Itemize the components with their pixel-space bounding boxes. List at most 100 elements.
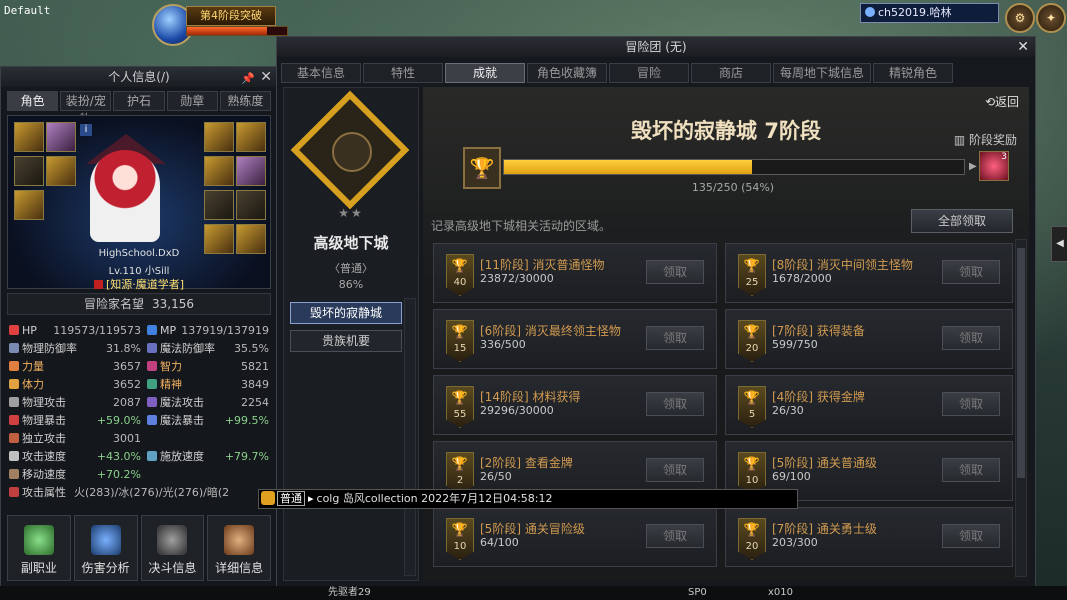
info-icon[interactable]: i bbox=[80, 124, 92, 136]
trophy-icon: 🏆 bbox=[743, 391, 761, 406]
equip-slot[interactable] bbox=[236, 122, 266, 152]
profile-label: Default bbox=[4, 4, 51, 17]
stat-label: 施放速度 bbox=[160, 450, 204, 463]
stage-reward-link[interactable]: ▥ 阶段奖励 bbox=[954, 131, 1017, 148]
detail-info-button[interactable]: 详细信息 bbox=[207, 515, 271, 581]
subclass-button[interactable]: 副职业 bbox=[7, 515, 71, 581]
equip-slot[interactable] bbox=[14, 190, 44, 220]
bottom-status-strip: 先驱者29 SP0 x010 bbox=[0, 586, 1067, 600]
tab-adventure-5[interactable]: 商店 bbox=[691, 63, 771, 83]
equip-slot[interactable] bbox=[14, 156, 44, 186]
duel-info-button[interactable]: 决斗信息 bbox=[140, 515, 205, 581]
close-icon[interactable]: ✕ bbox=[1017, 37, 1029, 57]
tab-adventure-2[interactable]: 成就 bbox=[445, 63, 525, 83]
stat-label: 物理攻击 bbox=[22, 396, 66, 409]
sidebar-scrollbar[interactable] bbox=[404, 298, 416, 576]
claim-button[interactable]: 领取 bbox=[646, 458, 704, 482]
stat-row: 攻击速度 +43.0% bbox=[7, 447, 143, 465]
stat-row bbox=[145, 429, 271, 447]
trophy-icon: 🏆 bbox=[743, 325, 761, 340]
scrollbar-thumb[interactable] bbox=[1017, 248, 1025, 478]
character-portrait-icon bbox=[224, 525, 255, 555]
task-name: [7阶段] 通关勇士级 bbox=[772, 522, 877, 536]
claim-button[interactable]: 领取 bbox=[942, 392, 1000, 416]
task-scrollbar[interactable] bbox=[1015, 239, 1027, 577]
character-equipment-view: i HighSchool.DxD Lv.110 小Sill [知源·魔道学者] bbox=[7, 115, 271, 292]
tab-proficiency[interactable]: 熟练度 bbox=[219, 91, 272, 111]
tab-adventure-0[interactable]: 基本信息 bbox=[281, 63, 361, 83]
trophy-badge: 🏆 55 bbox=[446, 386, 474, 428]
claim-all-button[interactable]: 全部领取 bbox=[911, 209, 1013, 233]
stat-label: 魔法攻击 bbox=[160, 396, 204, 409]
arrow-right-icon: ▶ bbox=[969, 161, 977, 172]
fame-row: 冒险家名望 33,156 bbox=[7, 293, 271, 315]
close-icon[interactable]: ✕ bbox=[260, 67, 272, 87]
tab-adventure-4[interactable]: 冒险 bbox=[609, 63, 689, 83]
equip-slot[interactable] bbox=[14, 122, 44, 152]
character-sprite bbox=[90, 150, 160, 242]
tab-character[interactable]: 角色 bbox=[7, 91, 59, 111]
damage-analysis-button[interactable]: 伤害分析 bbox=[73, 515, 138, 581]
mana-icon bbox=[147, 325, 157, 335]
chat-channel[interactable]: 普通 bbox=[277, 491, 305, 506]
gear-icon: ⚙ bbox=[1014, 11, 1026, 25]
pin-icon[interactable]: 📌 bbox=[241, 69, 255, 89]
trophy-icon: 🏆 bbox=[743, 523, 761, 538]
tab-adventure-6[interactable]: 每周地下城信息 bbox=[773, 63, 871, 83]
stat-row: 独立攻击 3001 bbox=[7, 429, 143, 447]
stat-row: 移动速度 +70.2% bbox=[7, 465, 143, 483]
adventure-titlebar[interactable]: 冒险团 (无) ✕ bbox=[277, 37, 1035, 57]
tab-adventure-3[interactable]: 角色收藏簿 bbox=[527, 63, 607, 83]
claim-button[interactable]: 领取 bbox=[646, 524, 704, 548]
stat-value: 137919/137919 bbox=[181, 323, 269, 337]
trophy-badge: 🏆 20 bbox=[738, 320, 766, 362]
character-panel-titlebar[interactable]: 个人信息(/) 📌 ✕ bbox=[1, 67, 277, 87]
strength-icon bbox=[9, 361, 19, 371]
reward-gem-icon[interactable]: 3 bbox=[979, 151, 1009, 181]
trophy-icon: 🏆 bbox=[451, 325, 469, 340]
claim-button[interactable]: 领取 bbox=[646, 260, 704, 284]
stat-label: 力量 bbox=[22, 360, 44, 373]
equip-slot[interactable] bbox=[46, 122, 76, 152]
menu-orb-button[interactable]: ✦ bbox=[1036, 3, 1066, 33]
stat-value: 3849 bbox=[241, 377, 269, 391]
stat-value: +59.0% bbox=[96, 413, 141, 427]
tab-medal[interactable]: 勋章 bbox=[166, 91, 218, 111]
equip-slot[interactable] bbox=[204, 156, 234, 186]
claim-button[interactable]: 领取 bbox=[942, 458, 1000, 482]
server-channel[interactable]: ch52019.哈林 bbox=[860, 3, 999, 23]
claim-button[interactable]: 领取 bbox=[942, 260, 1000, 284]
stat-value: 31.8% bbox=[106, 341, 141, 355]
claim-button[interactable]: 领取 bbox=[646, 392, 704, 416]
task-points: 15 bbox=[453, 343, 467, 354]
claim-button[interactable]: 领取 bbox=[942, 326, 1000, 350]
claim-button[interactable]: 领取 bbox=[942, 524, 1000, 548]
task-points: 5 bbox=[748, 409, 756, 420]
claim-button[interactable]: 领取 bbox=[646, 326, 704, 350]
sidebar-item-silent-city[interactable]: 毁坏的寂静城 bbox=[290, 302, 402, 324]
stat-label: MP bbox=[160, 323, 177, 337]
tab-avatar-pet[interactable]: 装扮/宠物 bbox=[60, 91, 112, 126]
difficulty-stars: ★★ bbox=[338, 206, 364, 220]
trophy-icon: 🏆 bbox=[451, 259, 469, 274]
character-title[interactable]: [知源·魔道学者] bbox=[94, 276, 184, 292]
equip-slot[interactable] bbox=[204, 190, 234, 220]
tab-adventure-7[interactable]: 精锐角色 bbox=[873, 63, 953, 83]
equip-slot[interactable] bbox=[204, 122, 234, 152]
side-expand-tab[interactable]: ◀ bbox=[1051, 226, 1067, 262]
equip-slot[interactable] bbox=[236, 190, 266, 220]
intelligence-icon bbox=[147, 361, 157, 371]
sidebar-item-noble-secrets[interactable]: 贵族机要 bbox=[290, 330, 402, 352]
task-points: 20 bbox=[745, 541, 759, 552]
stat-label: 移动速度 bbox=[22, 468, 66, 481]
tab-adventure-1[interactable]: 特性 bbox=[363, 63, 443, 83]
tab-talisman[interactable]: 护石 bbox=[113, 91, 165, 111]
back-button[interactable]: ⟲返回 bbox=[985, 93, 1019, 110]
stage-progress-text: 135/250 (54%) bbox=[691, 181, 775, 194]
settings-orb-button[interactable]: ⚙ bbox=[1005, 3, 1035, 33]
title-checkbox[interactable] bbox=[94, 280, 103, 289]
trophy-icon: 🏆 bbox=[451, 457, 469, 472]
attack-speed-icon bbox=[9, 451, 19, 461]
equip-slot[interactable] bbox=[46, 156, 76, 186]
equip-slot[interactable] bbox=[236, 156, 266, 186]
